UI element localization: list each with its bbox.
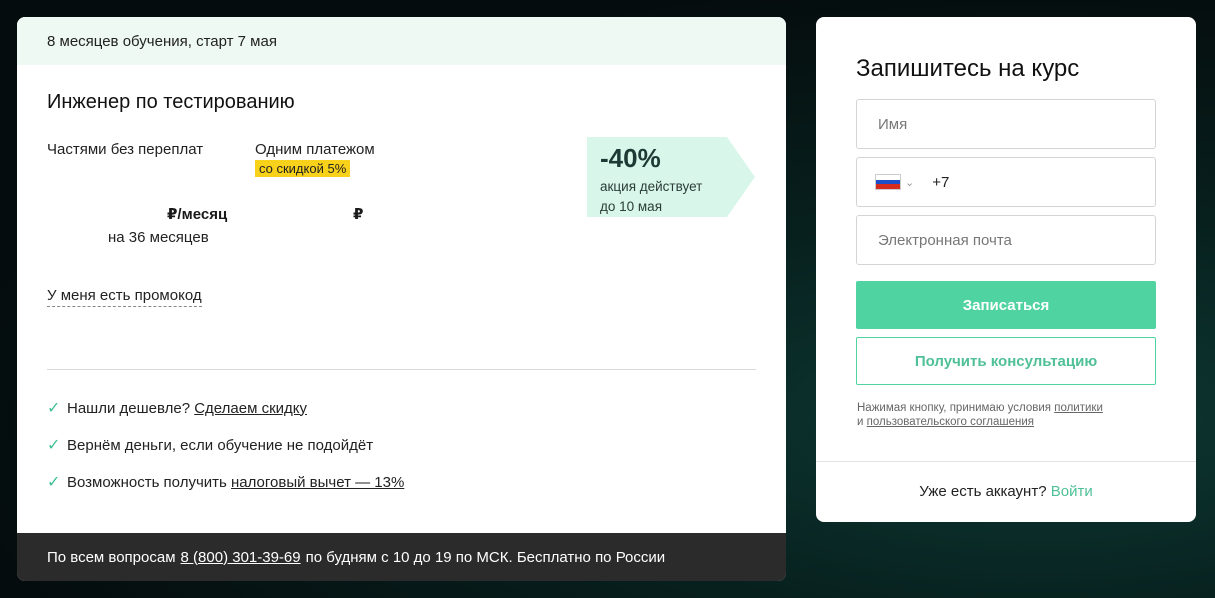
benefit-text: Нашли дешевле?: [67, 399, 191, 417]
sale-badge: -40% акция действует до 10 мая: [587, 137, 757, 217]
course-title: Инженер по тестированию: [47, 91, 295, 113]
russia-flag-icon[interactable]: [875, 174, 901, 190]
login-row: Уже есть аккаунт? Войти: [816, 483, 1196, 500]
installment-label: Частями без переплат: [47, 141, 204, 158]
phone-prefix: +7: [932, 173, 950, 191]
contact-footer: По всем вопросам 8 (800) 301-39-69 по бу…: [17, 533, 786, 581]
form-title: Запишитесь на курс: [856, 55, 1080, 82]
check-icon: ✓: [47, 400, 61, 417]
sale-line-2: до 10 мая: [600, 199, 663, 214]
single-price: ₽: [353, 206, 364, 223]
installment-price: ₽/месяц: [167, 206, 228, 223]
single-payment-label: Одним платежом: [255, 141, 375, 158]
course-card: 8 месяцев обучения, старт 7 мая Инженер …: [17, 17, 786, 581]
consult-button[interactable]: Получить консультацию: [856, 337, 1156, 385]
course-duration-text: 8 месяцев обучения, старт 7 мая: [47, 32, 277, 50]
tax-deduction-link[interactable]: налоговый вычет — 13%: [231, 474, 404, 491]
benefit-item: ✓ Нашли дешевле? Сделаем скидку: [47, 398, 307, 418]
phone-link[interactable]: 8 (800) 301-39-69: [181, 549, 301, 566]
sale-text: акция действует до 10 мая: [600, 177, 740, 217]
phone-field[interactable]: ⌄ +7: [856, 157, 1156, 207]
policy-link[interactable]: политики: [1054, 402, 1103, 414]
discount-chip: со скидкой 5%: [255, 160, 351, 177]
course-duration-banner: 8 месяцев обучения, старт 7 мая: [17, 17, 786, 65]
legal-and: и: [857, 416, 864, 428]
divider: [816, 461, 1196, 462]
email-field[interactable]: Электронная почта: [856, 215, 1156, 265]
check-icon: ✓: [47, 437, 61, 454]
benefit-item: ✓ Возможность получить налоговый вычет —…: [47, 472, 404, 492]
footer-suffix: по будням с 10 до 19 по МСК. Бесплатно п…: [305, 548, 666, 566]
legal-prefix: Нажимая кнопку, принимаю условия: [857, 402, 1052, 414]
legal-text: Нажимая кнопку, принимаю условия политик…: [857, 401, 1157, 429]
footer-prefix: По всем вопросам: [47, 548, 176, 566]
divider: [47, 369, 756, 370]
user-agreement-link[interactable]: пользовательского соглашения: [867, 416, 1034, 428]
sale-line-1: акция действует: [600, 179, 703, 194]
name-placeholder: Имя: [878, 115, 908, 133]
submit-button[interactable]: Записаться: [856, 281, 1156, 329]
installment-term: на 36 месяцев: [108, 229, 209, 246]
email-placeholder: Электронная почта: [878, 231, 1012, 249]
signup-form-card: Запишитесь на курс Имя ⌄ +7 Электронная …: [816, 17, 1196, 522]
benefit-text: Возможность получить: [67, 473, 227, 491]
sale-percent: -40%: [600, 143, 661, 173]
login-prompt: Уже есть аккаунт?: [919, 483, 1047, 500]
benefit-text: Вернём деньги, если обучение не подойдёт: [67, 436, 374, 454]
check-icon: ✓: [47, 474, 61, 491]
login-link[interactable]: Войти: [1051, 483, 1093, 500]
discount-link[interactable]: Сделаем скидку: [194, 400, 307, 417]
promo-code-link[interactable]: У меня есть промокод: [47, 287, 202, 307]
benefit-item: ✓ Вернём деньги, если обучение не подойд…: [47, 435, 373, 455]
chevron-down-icon[interactable]: ⌄: [905, 176, 914, 189]
name-field[interactable]: Имя: [856, 99, 1156, 149]
